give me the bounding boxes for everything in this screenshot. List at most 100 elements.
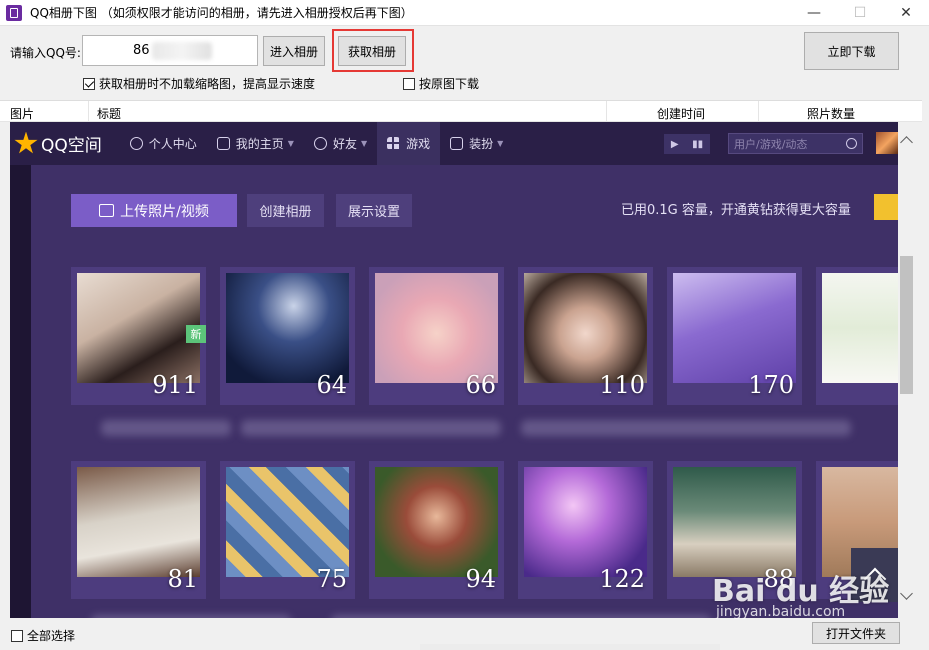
- album-photo-count: 75: [316, 565, 347, 593]
- album-photo-count: 64: [316, 371, 347, 399]
- nav-item-my-homepage[interactable]: 我的主页 ▼: [207, 122, 304, 165]
- column-header-created[interactable]: 创建时间: [657, 105, 705, 122]
- equalizer-icon: ▮▮: [692, 138, 704, 150]
- qq-number-label: 请输入QQ号:: [10, 46, 81, 60]
- album-card[interactable]: [816, 267, 898, 405]
- redacted-number-mask: [152, 42, 212, 60]
- album-thumbnail[interactable]: [226, 273, 349, 383]
- redacted-album-title: [101, 420, 231, 436]
- album-thumbnail[interactable]: [375, 273, 498, 383]
- display-settings-button[interactable]: 展示设置: [336, 194, 412, 227]
- album-thumbnail[interactable]: [524, 273, 647, 383]
- avatar[interactable]: [876, 132, 898, 154]
- column-header-image[interactable]: 图片: [10, 105, 34, 122]
- album-thumbnail[interactable]: [77, 467, 200, 577]
- nav-item-friends[interactable]: 好友 ▼: [304, 122, 377, 165]
- nav-item-dressup[interactable]: 装扮 ▼: [440, 122, 513, 165]
- select-all-checkbox[interactable]: 全部选择: [11, 627, 75, 644]
- album-photo-count: 170: [748, 371, 794, 399]
- download-now-button[interactable]: 立即下载: [804, 32, 899, 70]
- album-thumbnail[interactable]: [822, 273, 898, 383]
- window-title: QQ相册下图 （如须权限才能访问的相册，请先进入相册授权后再下图）: [30, 6, 413, 20]
- original-image-label: 按原图下载: [419, 77, 480, 91]
- scrollbar-thumb[interactable]: [900, 256, 913, 394]
- nav-item-personal-center[interactable]: 个人中心: [120, 122, 207, 165]
- storage-status-text: 已用0.1G 容量，开通黄钻获得更大容量: [621, 203, 851, 218]
- nav-label: 好友: [332, 137, 357, 151]
- album-card[interactable]: 170: [667, 267, 802, 405]
- upload-photo-video-button[interactable]: 上传照片/视频: [71, 194, 237, 227]
- enter-album-button[interactable]: 进入相册: [263, 36, 325, 66]
- close-button[interactable]: ✕: [883, 0, 929, 26]
- minimize-button[interactable]: —: [791, 0, 837, 26]
- redacted-album-title: [331, 615, 711, 618]
- album-photo-count: 94: [465, 565, 496, 593]
- album-photo-count: 66: [465, 371, 496, 399]
- no-thumbnail-checkbox[interactable]: 获取相册时不加载缩略图，提高显示速度: [83, 75, 315, 92]
- album-card[interactable]: 66: [369, 267, 504, 405]
- new-badge: 新: [186, 325, 206, 343]
- album-card[interactable]: 64: [220, 267, 355, 405]
- star-logo-icon: [14, 131, 38, 154]
- album-photo-count: 911: [152, 371, 198, 399]
- person-icon: [129, 137, 143, 150]
- album-thumbnail[interactable]: [77, 273, 200, 383]
- title-bar: QQ相册下图 （如须权限才能访问的相册，请先进入相册授权后再下图） — ☐ ✕: [0, 0, 929, 26]
- nav-label: 游戏: [406, 137, 431, 151]
- album-card[interactable]: 81: [71, 461, 206, 599]
- chevron-down-icon: ▼: [497, 139, 504, 148]
- music-player[interactable]: ▶ ▮▮: [664, 134, 710, 154]
- album-card[interactable]: 新 911: [71, 267, 206, 405]
- yellow-diamond-icon[interactable]: [874, 194, 898, 220]
- album-thumbnail[interactable]: [524, 467, 647, 577]
- nav-item-games[interactable]: 游戏: [377, 122, 441, 165]
- album-card[interactable]: 75: [220, 461, 355, 599]
- album-card[interactable]: 110: [518, 267, 653, 405]
- qzone-logo[interactable]: QQ空间: [14, 131, 102, 156]
- scroll-up-arrow-icon[interactable]: [900, 136, 913, 149]
- album-thumbnail[interactable]: [375, 467, 498, 577]
- nav-label: 我的主页: [235, 137, 284, 151]
- play-icon[interactable]: ▶: [671, 139, 679, 150]
- window-controls: — ☐ ✕: [791, 0, 929, 26]
- qzone-search-input[interactable]: 用户/游戏/动态: [728, 133, 863, 154]
- album-thumbnail[interactable]: [226, 467, 349, 577]
- create-album-button[interactable]: 创建相册: [247, 194, 324, 227]
- home-icon: [216, 137, 230, 150]
- column-divider: [88, 101, 89, 122]
- album-thumbnail[interactable]: [673, 467, 796, 577]
- checkbox-checked-icon[interactable]: [83, 77, 95, 90]
- no-thumbnail-label: 获取相册时不加载缩略图，提高显示速度: [99, 77, 316, 91]
- nav-label: 装扮: [469, 137, 494, 151]
- original-image-checkbox[interactable]: 按原图下载: [403, 75, 479, 92]
- grid-icon: [387, 137, 401, 150]
- image-upload-icon: [99, 204, 115, 217]
- scroll-down-arrow-icon[interactable]: [900, 587, 913, 600]
- chevron-down-icon: ▼: [360, 139, 368, 148]
- album-card[interactable]: 94: [369, 461, 504, 599]
- chevron-down-icon: ▼: [287, 139, 294, 148]
- select-all-label: 全部选择: [27, 629, 76, 643]
- album-list-header: 图片 标题 创建时间 照片数量: [0, 100, 922, 122]
- nav-label: 个人中心: [148, 137, 197, 151]
- upload-label: 上传照片/视频: [120, 203, 209, 220]
- vertical-scrollbar[interactable]: [898, 122, 915, 618]
- album-photo-count: 122: [599, 565, 645, 593]
- open-folder-button[interactable]: 打开文件夹: [812, 622, 900, 644]
- fetch-highlight-annotation: [332, 29, 414, 72]
- redacted-album-title: [241, 420, 501, 436]
- qzone-browser-view: QQ空间 个人中心 我的主页 ▼ 好友 ▼ 游戏 装扮 ▼ ▶ ▮▮ 用户/游戏…: [10, 122, 898, 618]
- checkbox-unchecked-icon[interactable]: [403, 77, 415, 90]
- column-header-count[interactable]: 照片数量: [807, 105, 855, 122]
- shirt-icon: [450, 137, 464, 150]
- album-card[interactable]: 122: [518, 461, 653, 599]
- checkbox-unchecked-icon[interactable]: [11, 629, 23, 642]
- redacted-album-title: [91, 615, 291, 618]
- qzone-logo-text: QQ空间: [41, 136, 102, 156]
- search-placeholder: 用户/游戏/动态: [734, 137, 808, 151]
- maximize-button[interactable]: ☐: [837, 0, 883, 26]
- search-icon[interactable]: [846, 138, 857, 149]
- qzone-left-gutter: [10, 165, 31, 618]
- column-header-title[interactable]: 标题: [97, 105, 121, 122]
- album-thumbnail[interactable]: [673, 273, 796, 383]
